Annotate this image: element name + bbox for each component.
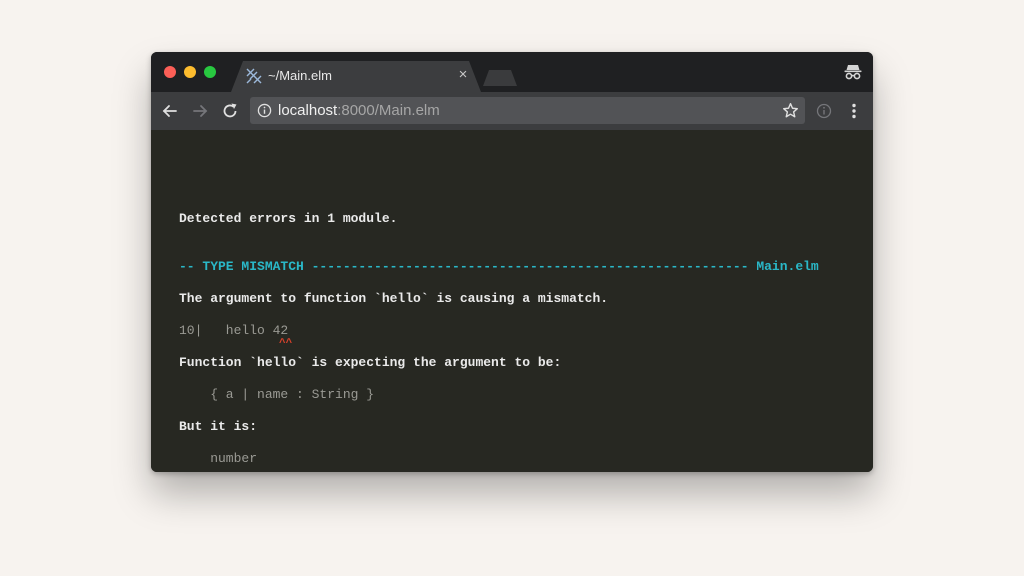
code-text: hello — [202, 323, 273, 338]
new-tab-button[interactable] — [483, 70, 517, 86]
error-caret: ^^ — [279, 338, 293, 350]
forward-arrow-icon[interactable] — [190, 101, 210, 121]
actual-type: number — [179, 451, 258, 466]
tab-title: ~/Main.elm — [268, 68, 332, 83]
url-path: :8000/Main.elm — [337, 102, 440, 119]
url-text[interactable]: localhost:8000/Main.elm — [278, 102, 440, 119]
code-line-number: 10| — [179, 323, 203, 338]
error-type: -- TYPE MISMATCH — [179, 259, 312, 274]
star-icon[interactable] — [782, 102, 799, 119]
actual-intro: But it is: — [179, 419, 258, 434]
error-page: Detected errors in 1 module. -- TYPE MIS… — [151, 130, 873, 472]
tab-main-elm[interactable]: ~/Main.elm × — [231, 61, 481, 92]
error-header-rule: ----------------------------------------… — [311, 259, 757, 274]
address-bar[interactable]: localhost:8000/Main.elm — [250, 97, 805, 124]
zoom-window-button[interactable] — [204, 66, 216, 78]
back-arrow-icon[interactable] — [160, 101, 180, 121]
error-summary: Detected errors in 1 module. — [179, 211, 398, 226]
expectation-text: Function `hello` is expecting the argume… — [179, 355, 562, 370]
extension-info-icon[interactable] — [814, 101, 834, 121]
more-vert-icon[interactable] — [844, 101, 864, 121]
title-bar: ~/Main.elm × — [151, 52, 873, 92]
info-icon[interactable] — [257, 103, 272, 118]
url-host: localhost — [278, 102, 338, 119]
error-message: The argument to function `hello` is caus… — [179, 291, 609, 306]
tab-close-button[interactable]: × — [457, 66, 469, 83]
browser-toolbar: localhost:8000/Main.elm — [151, 92, 873, 130]
browser-window: ~/Main.elm × localhost:8000/Main.elm Det… — [151, 52, 873, 472]
close-window-button[interactable] — [164, 66, 176, 78]
code-snippet: 10| hello 42 — [179, 323, 288, 338]
code-arg: 42 — [272, 323, 289, 338]
elm-favicon-icon — [246, 68, 262, 84]
expected-type: { a | name : String } — [179, 387, 375, 402]
reload-icon[interactable] — [220, 101, 240, 121]
error-file: Main.elm — [756, 259, 819, 274]
incognito-icon — [844, 65, 862, 80]
error-header: -- TYPE MISMATCH -----------------------… — [179, 259, 819, 274]
minimize-window-button[interactable] — [184, 66, 196, 78]
